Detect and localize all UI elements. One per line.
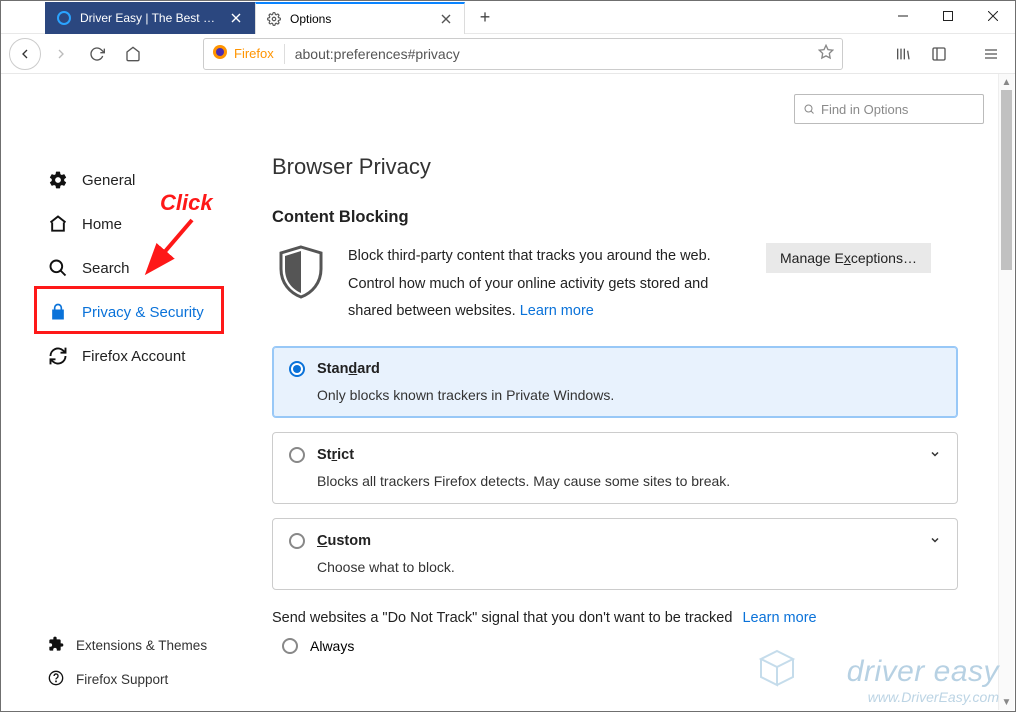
help-icon <box>48 670 64 689</box>
manage-exceptions-button[interactable]: Manage Exceptions… <box>766 243 931 273</box>
home-button[interactable] <box>117 38 149 70</box>
gear-icon <box>48 170 68 190</box>
tab-favicon-drivereasy <box>56 10 72 26</box>
option-title: Strict <box>317 447 354 463</box>
scrollbar-thumb[interactable] <box>1001 90 1012 270</box>
page-title: Browser Privacy <box>272 154 958 180</box>
lock-icon <box>48 302 68 322</box>
close-icon[interactable] <box>228 10 244 26</box>
forward-button[interactable] <box>45 38 77 70</box>
section-content-blocking: Content Blocking <box>272 208 958 227</box>
sidebar-label: Firefox Support <box>76 672 168 687</box>
bookmark-star-icon[interactable] <box>818 44 834 63</box>
divider <box>284 44 285 64</box>
tab-options[interactable]: Options <box>255 2 465 34</box>
options-page: Find in Options General Home Search <box>2 74 998 710</box>
tab-strip: Driver Easy | The Best Free Driv Options… <box>1 1 880 34</box>
dnt-option-always[interactable]: Always <box>282 638 958 654</box>
sidebar-label: Home <box>82 216 122 233</box>
puzzle-icon <box>48 636 64 655</box>
scrollbar[interactable]: ▲ ▼ <box>998 74 1014 710</box>
menu-icon[interactable] <box>975 38 1007 70</box>
search-icon <box>48 258 68 278</box>
library-icon[interactable] <box>887 38 919 70</box>
sidebar-label: Firefox Account <box>82 348 185 365</box>
maximize-button[interactable] <box>925 1 970 31</box>
option-custom[interactable]: Custom Choose what to block. <box>272 518 958 590</box>
sidebar-extensions[interactable]: Extensions & Themes <box>2 628 232 662</box>
addressbar-url: about:preferences#privacy <box>295 46 818 62</box>
sidebar-label: Extensions & Themes <box>76 638 207 653</box>
sidebar-label: Privacy & Security <box>82 304 204 321</box>
radio-strict[interactable] <box>289 447 305 463</box>
option-standard[interactable]: Standard Only blocks known trackers in P… <box>272 346 958 418</box>
annotation-arrow-icon <box>140 214 200 284</box>
chevron-down-icon[interactable] <box>929 533 941 551</box>
scroll-down-icon[interactable]: ▼ <box>999 694 1014 710</box>
option-title: Custom <box>317 533 371 549</box>
radio-standard[interactable] <box>289 361 305 377</box>
gear-icon <box>266 11 282 27</box>
annotation-click-label: Click <box>160 190 213 216</box>
sidebar-support[interactable]: Firefox Support <box>2 662 232 696</box>
sidebar-label: General <box>82 172 135 189</box>
toolbar: Firefox about:preferences#privacy <box>1 34 1015 74</box>
home-icon <box>48 214 68 234</box>
tab-label: Options <box>290 12 432 26</box>
content-blocking-description: Block third-party content that tracks yo… <box>348 243 748 326</box>
scroll-up-icon[interactable]: ▲ <box>999 74 1014 90</box>
new-tab-button[interactable]: + <box>471 4 499 32</box>
option-description: Choose what to block. <box>317 559 941 575</box>
close-window-button[interactable] <box>970 1 1015 31</box>
addressbar-brand: Firefox <box>234 46 274 61</box>
dnt-learn-more-link[interactable]: Learn more <box>742 610 816 626</box>
firefox-icon <box>212 44 228 63</box>
dnt-text: Send websites a "Do Not Track" signal th… <box>272 610 958 626</box>
content-frame: Find in Options General Home Search <box>2 74 1014 710</box>
sidebar-item-account[interactable]: Firefox Account <box>2 334 232 378</box>
option-strict[interactable]: Strict Blocks all trackers Firefox detec… <box>272 432 958 504</box>
tab-label: Driver Easy | The Best Free Driv <box>80 11 222 25</box>
address-bar[interactable]: Firefox about:preferences#privacy <box>203 38 843 70</box>
content-blocking-intro: Block third-party content that tracks yo… <box>272 243 958 326</box>
chevron-down-icon[interactable] <box>929 447 941 465</box>
shield-icon <box>272 243 330 299</box>
main-panel: Browser Privacy Content Blocking Block t… <box>232 74 998 710</box>
option-title: Standard <box>317 361 380 377</box>
sidebar-item-privacy[interactable]: Privacy & Security <box>2 290 232 334</box>
options-sidebar: General Home Search Privacy & Security <box>2 74 232 710</box>
title-bar: Driver Easy | The Best Free Driv Options… <box>1 1 1015 34</box>
radio-label: Always <box>310 638 354 654</box>
radio-always[interactable] <box>282 638 298 654</box>
sidebar-label: Search <box>82 260 130 277</box>
option-description: Blocks all trackers Firefox detects. May… <box>317 473 941 489</box>
minimize-button[interactable] <box>880 1 925 31</box>
tab-driver-easy[interactable]: Driver Easy | The Best Free Driv <box>45 2 255 34</box>
watermark-cube-icon <box>755 647 799 691</box>
reload-button[interactable] <box>81 38 113 70</box>
sidebar-toggle-icon[interactable] <box>923 38 955 70</box>
sync-icon <box>48 346 68 366</box>
window-controls <box>880 1 1015 34</box>
radio-custom[interactable] <box>289 533 305 549</box>
option-description: Only blocks known trackers in Private Wi… <box>317 387 941 403</box>
close-icon[interactable] <box>438 11 454 27</box>
back-button[interactable] <box>9 38 41 70</box>
learn-more-link[interactable]: Learn more <box>520 303 594 319</box>
